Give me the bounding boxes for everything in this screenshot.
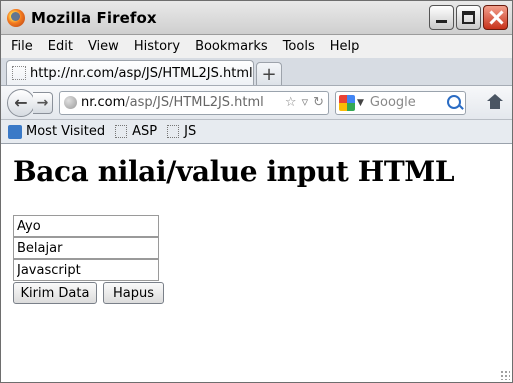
minimize-button[interactable] bbox=[429, 5, 454, 30]
menu-bookmarks[interactable]: Bookmarks bbox=[195, 39, 268, 54]
window-controls bbox=[429, 5, 508, 30]
search-engine-dropdown-icon[interactable]: ▼ bbox=[357, 98, 364, 108]
search-icon[interactable] bbox=[447, 94, 461, 109]
history-buttons: ← → bbox=[7, 88, 53, 117]
tab-current[interactable]: http://nr.com/asp/JS/HTML2JS.html bbox=[6, 60, 254, 85]
bookmark-label: ASP bbox=[132, 124, 158, 139]
bookmarks-bar: Most Visited ASP JS bbox=[1, 120, 512, 144]
bookmark-label: JS bbox=[184, 124, 197, 139]
browser-window: Mozilla Firefox File Edit View History B… bbox=[0, 0, 513, 383]
menu-view[interactable]: View bbox=[88, 39, 119, 54]
google-icon[interactable] bbox=[339, 94, 355, 111]
menu-file[interactable]: File bbox=[11, 39, 33, 54]
tab-label: http://nr.com/asp/JS/HTML2JS.html bbox=[30, 65, 253, 81]
back-icon: ← bbox=[14, 93, 28, 112]
address-bar[interactable]: nr.com/asp/JS/HTML2JS.html ☆ ▿ ↻ bbox=[59, 90, 329, 115]
tab-bar: http://nr.com/asp/JS/HTML2JS.html + bbox=[1, 58, 512, 86]
most-visited-icon bbox=[8, 124, 22, 139]
search-bar[interactable]: ▼ Google bbox=[335, 90, 466, 115]
url-path: /asp/JS/HTML2JS.html bbox=[125, 95, 264, 110]
new-tab-button[interactable]: + bbox=[256, 62, 282, 85]
maximize-button[interactable] bbox=[456, 5, 481, 30]
search-placeholder: Google bbox=[369, 95, 416, 110]
text-input-2[interactable] bbox=[13, 237, 159, 259]
firefox-logo-icon bbox=[7, 8, 25, 27]
bookmark-js[interactable]: JS bbox=[167, 124, 196, 139]
reload-icon[interactable]: ↻ bbox=[313, 95, 324, 110]
hapus-button[interactable]: Hapus bbox=[103, 282, 164, 304]
page-content: Baca nilai/value input HTML Kirim Data H… bbox=[1, 149, 512, 382]
globe-icon bbox=[64, 96, 77, 109]
forward-button[interactable]: → bbox=[33, 91, 53, 114]
dropdown-icon[interactable]: ▿ bbox=[302, 95, 309, 110]
bookmark-label: Most Visited bbox=[26, 124, 106, 139]
menu-history[interactable]: History bbox=[134, 39, 180, 54]
resize-grip-icon[interactable] bbox=[500, 370, 510, 380]
back-button[interactable]: ← bbox=[7, 88, 35, 117]
url-text: nr.com/asp/JS/HTML2JS.html bbox=[81, 95, 264, 110]
text-input-1[interactable] bbox=[13, 215, 159, 237]
navigation-bar: ← → nr.com/asp/JS/HTML2JS.html ☆ ▿ ↻ ▼ G… bbox=[1, 86, 512, 120]
page-icon bbox=[167, 125, 180, 138]
window-title: Mozilla Firefox bbox=[31, 8, 157, 27]
bookmark-most-visited[interactable]: Most Visited bbox=[8, 124, 105, 139]
page-heading: Baca nilai/value input HTML bbox=[13, 155, 455, 188]
page-icon bbox=[115, 125, 128, 138]
home-icon[interactable] bbox=[487, 94, 503, 110]
menu-tools[interactable]: Tools bbox=[283, 39, 315, 54]
forward-icon: → bbox=[36, 94, 49, 111]
close-button[interactable] bbox=[483, 5, 508, 30]
title-bar: Mozilla Firefox bbox=[1, 1, 512, 35]
url-actions: ☆ ▿ ↻ bbox=[285, 95, 324, 110]
page-icon bbox=[12, 66, 26, 80]
url-host: nr.com bbox=[81, 95, 126, 110]
bookmark-asp[interactable]: ASP bbox=[115, 124, 157, 139]
text-input-3[interactable] bbox=[13, 259, 159, 281]
star-icon[interactable]: ☆ bbox=[285, 95, 297, 110]
menu-bar: File Edit View History Bookmarks Tools H… bbox=[1, 35, 512, 58]
menu-help[interactable]: Help bbox=[330, 39, 360, 54]
kirim-data-button[interactable]: Kirim Data bbox=[13, 282, 97, 304]
menu-edit[interactable]: Edit bbox=[48, 39, 73, 54]
